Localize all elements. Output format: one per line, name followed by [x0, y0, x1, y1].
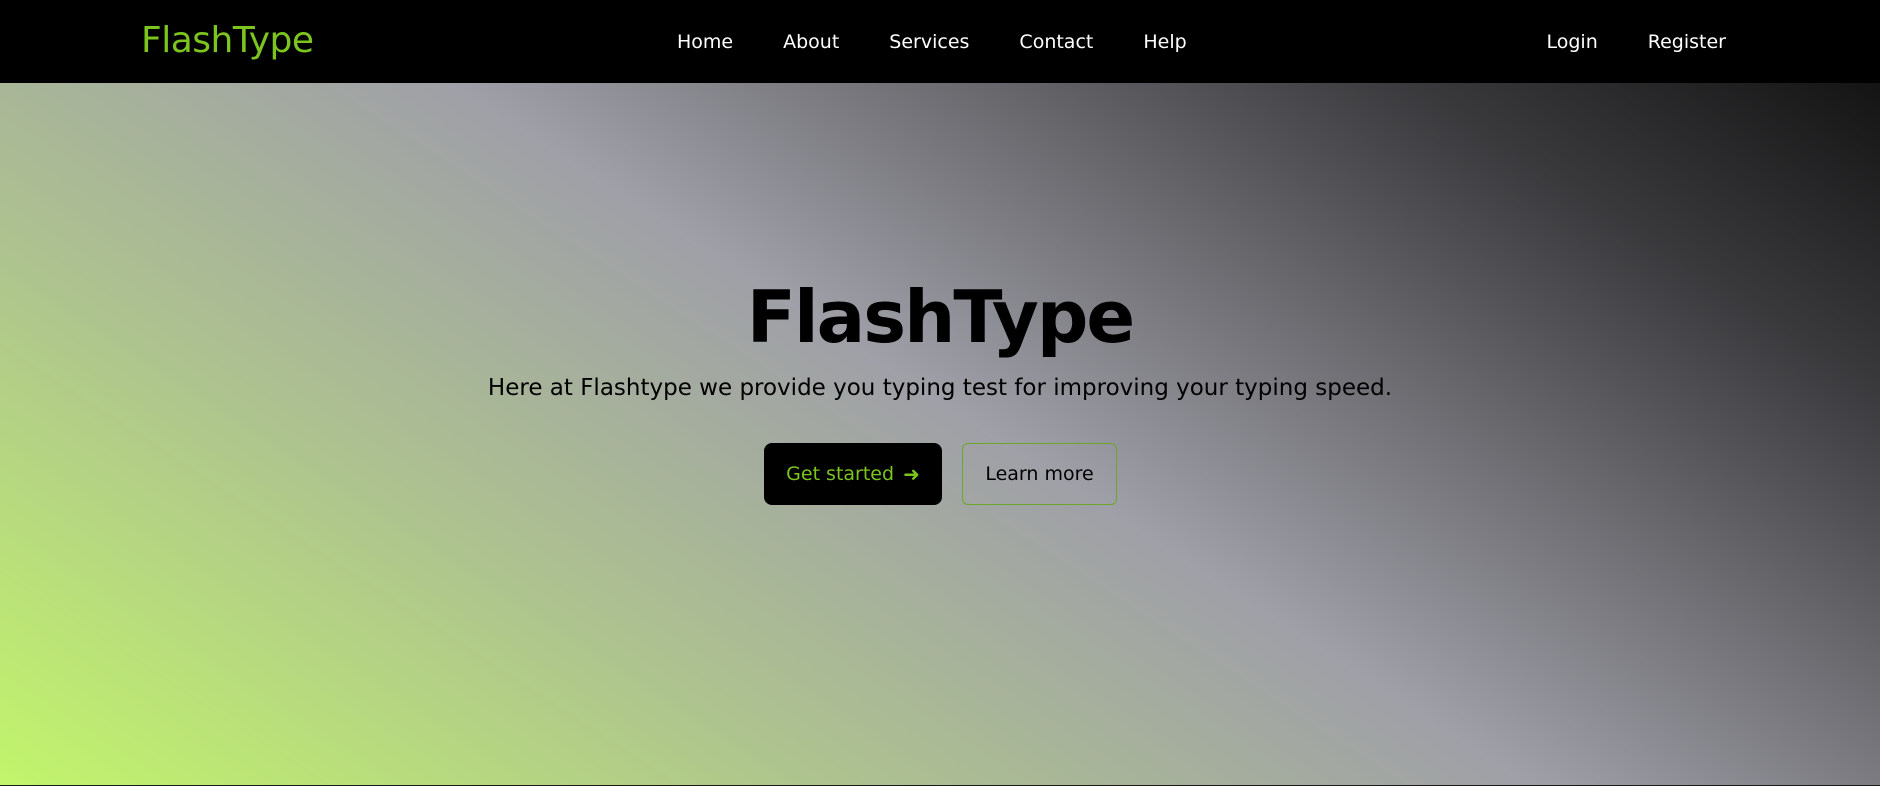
hero-subtitle: Here at Flashtype we provide you typing …	[487, 375, 1393, 401]
hero-title: FlashType	[746, 275, 1135, 359]
nav-link-contact[interactable]: Contact	[1019, 31, 1093, 53]
nav-link-home[interactable]: Home	[677, 31, 733, 53]
get-started-button[interactable]: Get started ➜	[764, 443, 942, 505]
learn-more-button[interactable]: Learn more	[962, 443, 1117, 505]
login-link[interactable]: Login	[1547, 31, 1598, 53]
auth-nav: Login Register	[1547, 0, 1727, 83]
arrow-right-icon: ➜	[903, 462, 920, 486]
nav-link-about[interactable]: About	[783, 31, 839, 53]
register-link[interactable]: Register	[1648, 31, 1726, 53]
hero-section	[0, 83, 1880, 785]
nav-link-help[interactable]: Help	[1143, 31, 1186, 53]
top-navbar: FlashType Home About Services Contact He…	[0, 0, 1880, 83]
brand-logo[interactable]: FlashType	[141, 17, 314, 65]
main-nav: Home About Services Contact Help	[677, 0, 1187, 83]
nav-link-services[interactable]: Services	[889, 31, 969, 53]
get-started-label: Get started	[786, 463, 895, 485]
